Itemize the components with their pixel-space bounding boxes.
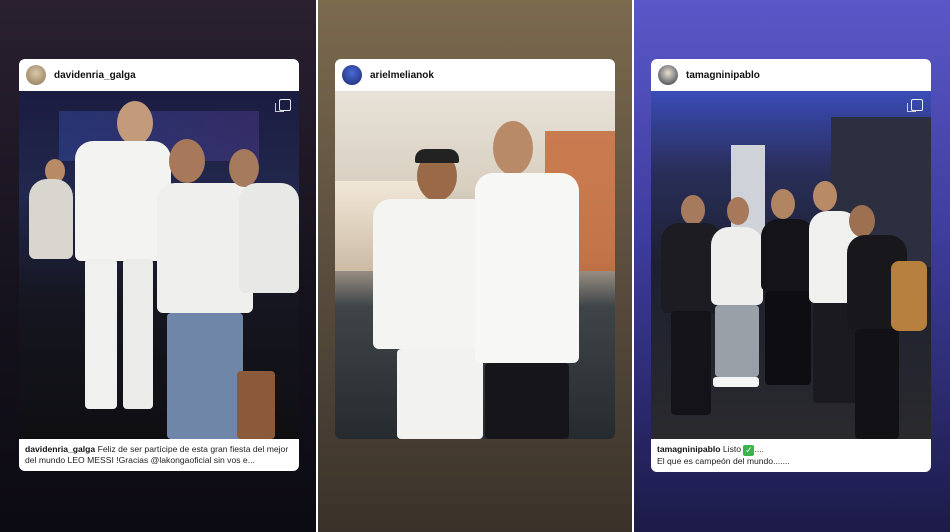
multi-photo-icon [907, 99, 923, 112]
username[interactable]: arielmelianok [370, 70, 434, 81]
story-card[interactable]: arielmelianok [335, 59, 615, 439]
caption-line-2: El que es campeón del mundo....... [657, 456, 790, 466]
check-mark-icon: ✓ [743, 445, 755, 456]
story-panel-2: arielmelianok [318, 0, 632, 532]
avatar[interactable] [26, 65, 46, 85]
story-photo[interactable] [651, 91, 931, 439]
story-header: tamagninipablo [651, 59, 931, 91]
avatar[interactable] [658, 65, 678, 85]
story-caption: davidenria_galga Feliz de ser partícipe … [19, 439, 299, 471]
story-header: arielmelianok [335, 59, 615, 91]
story-header: davidenria_galga [19, 59, 299, 91]
story-card[interactable]: davidenria_galga davidenria_galga Feliz … [19, 59, 299, 471]
story-photo[interactable] [335, 91, 615, 439]
username[interactable]: tamagninipablo [686, 70, 760, 81]
caption-username[interactable]: tamagninipablo [657, 444, 721, 454]
caption-text: Listo [722, 444, 742, 454]
story-panel-1: davidenria_galga davidenria_galga Feliz … [0, 0, 316, 532]
shopping-bag [237, 371, 275, 439]
multi-photo-icon [275, 99, 291, 112]
avatar[interactable] [342, 65, 362, 85]
username[interactable]: davidenria_galga [54, 70, 136, 81]
story-photo[interactable] [19, 91, 299, 439]
story-caption: tamagninipablo Listo ✓.... El que es cam… [651, 439, 931, 472]
caption-ellipsis: .... [754, 444, 765, 454]
story-card[interactable]: tamagninipablo tamagninipablo Listo ✓ ..… [651, 59, 931, 472]
caption-username[interactable]: davidenria_galga [25, 444, 95, 454]
story-panel-3: tamagninipablo tamagninipablo Listo ✓ ..… [634, 0, 950, 532]
